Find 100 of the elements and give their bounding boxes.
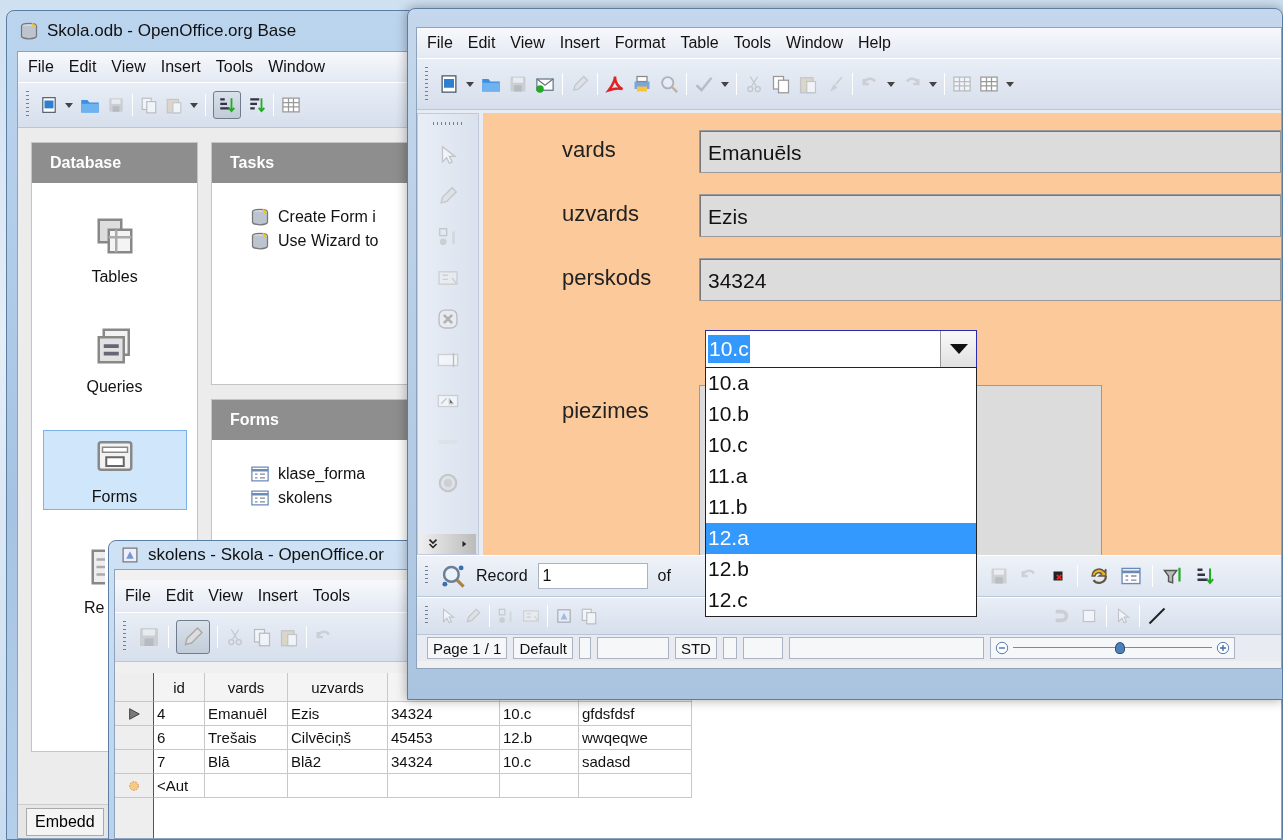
dropdown-option[interactable]: 11.a	[706, 461, 976, 492]
sidebar-item[interactable]: Tables	[42, 210, 187, 290]
pencil-icon[interactable]	[464, 607, 482, 625]
document-icon[interactable]	[439, 74, 459, 94]
row-selector[interactable]	[115, 798, 154, 838]
form-list-item[interactable]: klase_forma	[250, 464, 366, 484]
dropdown-option[interactable]: 12.c	[706, 585, 976, 616]
copy-icon[interactable]	[771, 74, 791, 94]
dropdown-option[interactable]: 10.c	[706, 430, 976, 461]
menu-item[interactable]: Insert	[160, 58, 201, 76]
caret-icon[interactable]	[65, 101, 73, 109]
table-cell: gfdsfdsf	[579, 702, 692, 726]
table-cell: 7	[154, 750, 205, 774]
caret-icon[interactable]	[466, 80, 474, 88]
menu-item[interactable]: Window	[786, 34, 843, 52]
current-row-icon	[127, 705, 141, 722]
check-icon[interactable]	[694, 74, 714, 94]
menu-item[interactable]: Table	[680, 34, 719, 52]
status-page: Page 1 / 1	[427, 637, 508, 659]
scissors-icon[interactable]	[744, 74, 764, 94]
caret-icon[interactable]	[929, 80, 937, 88]
slider-thumb[interactable]	[1114, 642, 1125, 654]
copy-icon[interactable]	[252, 627, 272, 647]
form-list-item[interactable]: skolens	[250, 488, 333, 508]
menu-item[interactable]: Window	[268, 58, 326, 76]
new-row-icon	[127, 778, 141, 793]
menu-item[interactable]: Tools	[733, 34, 772, 52]
menu-item[interactable]: Insert	[559, 34, 600, 52]
task-link[interactable]: Use Wizard to	[250, 231, 379, 251]
scissors-icon[interactable]	[225, 627, 245, 647]
menu-item[interactable]: Tools	[215, 58, 254, 76]
copy-icon[interactable]	[580, 607, 598, 625]
save-icon[interactable]	[508, 74, 528, 94]
menu-item[interactable]: Tools	[312, 587, 351, 605]
diagonal-line-icon[interactable]	[1147, 606, 1167, 626]
table-cell: Blā2	[288, 750, 388, 774]
database-icon	[19, 21, 39, 41]
minus-circle-icon[interactable]	[994, 641, 1009, 655]
plus-circle-icon[interactable]	[1215, 641, 1230, 655]
round-button-icon[interactable]	[437, 472, 459, 494]
clipboard-icon[interactable]	[165, 96, 183, 114]
magnifier-icon[interactable]	[659, 74, 679, 94]
table-icon[interactable]	[952, 74, 972, 94]
dropdown-option[interactable]: 11.b	[706, 492, 976, 523]
record-field[interactable]: 1	[537, 563, 648, 589]
menu-item[interactable]: Insert	[257, 587, 298, 605]
menu-item[interactable]: Format	[614, 34, 666, 52]
table-icon[interactable]	[979, 74, 999, 94]
save-icon[interactable]	[137, 625, 161, 649]
status-selection-mode: STD	[674, 637, 717, 659]
dropdown-option[interactable]: 10.a	[706, 368, 976, 399]
save-icon[interactable]	[107, 96, 125, 114]
sidebar-item[interactable]: Queries	[42, 320, 187, 400]
sort-ascending-icon[interactable]	[213, 91, 241, 119]
pencil-icon[interactable]	[437, 185, 459, 207]
form-document-icon[interactable]	[1119, 565, 1142, 587]
pencil-icon[interactable]	[176, 620, 210, 654]
menu-item[interactable]: File	[28, 58, 54, 76]
copy-icon[interactable]	[140, 96, 158, 114]
printer-icon[interactable]	[632, 74, 652, 94]
sort-descending-icon[interactable]	[248, 96, 266, 114]
dropdown-option[interactable]: 10.b	[706, 399, 976, 430]
caret-icon[interactable]	[887, 80, 895, 88]
row-selector[interactable]	[115, 726, 154, 750]
column-header: id	[154, 673, 205, 702]
search-people-icon[interactable]	[440, 563, 466, 589]
menu-item[interactable]: Edit	[68, 58, 97, 76]
status-page-style: Default	[513, 637, 573, 659]
text-field[interactable]: Emanuēls	[699, 130, 1281, 173]
menu-item[interactable]: View	[111, 58, 146, 76]
menu-item[interactable]: File	[427, 34, 453, 52]
dropdown-button[interactable]	[940, 331, 976, 367]
row-selector[interactable]	[115, 750, 154, 774]
caret-icon[interactable]	[1006, 80, 1014, 88]
clipboard-icon[interactable]	[279, 627, 299, 647]
document-icon[interactable]	[40, 96, 58, 114]
clipboard-icon[interactable]	[798, 74, 818, 94]
field-label: uzvards	[562, 201, 640, 227]
menu-item[interactable]: Help	[857, 34, 891, 52]
dropdown-option[interactable]: 12.b	[706, 554, 976, 585]
menu-item[interactable]: Edit	[467, 34, 496, 52]
caret-icon[interactable]	[721, 80, 729, 88]
row-selector[interactable]	[115, 702, 154, 726]
caret-icon[interactable]	[190, 101, 198, 109]
menu-item[interactable]: File	[125, 587, 151, 605]
status-panel	[578, 637, 591, 659]
sidebar-item[interactable]: Forms	[42, 430, 187, 510]
row-selector[interactable]	[115, 774, 154, 798]
menu-item[interactable]: Edit	[165, 587, 194, 605]
double-chevron-icon[interactable]	[426, 537, 440, 551]
task-link[interactable]: Create Form i	[250, 207, 376, 227]
menu-item[interactable]: View	[208, 587, 243, 605]
pdf-icon[interactable]	[605, 74, 625, 94]
table-cell: Blā	[205, 750, 288, 774]
table-icon[interactable]	[281, 95, 301, 115]
menu-item[interactable]: View	[510, 34, 545, 52]
text-field[interactable]: Ezis	[699, 194, 1281, 237]
table-cell: Emanuēl	[205, 702, 288, 726]
gallery-icon[interactable]	[555, 607, 573, 625]
text-field[interactable]: 34324	[699, 258, 1281, 301]
